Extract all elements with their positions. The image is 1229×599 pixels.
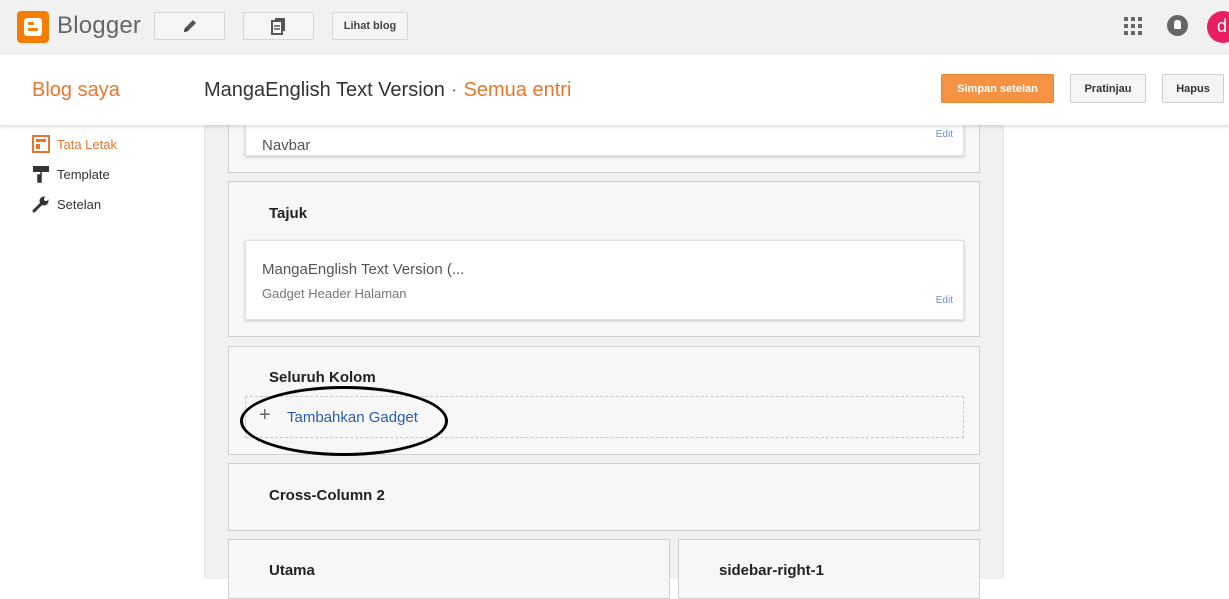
section-title: Utama: [269, 562, 315, 579]
section-title: Tajuk: [269, 205, 308, 222]
section-title: Cross-Column 2: [269, 487, 385, 504]
sidebar-item-template[interactable]: Template: [32, 165, 110, 183]
blog-name[interactable]: MangaEnglish Text Version: [204, 79, 445, 101]
blogger-logo-icon[interactable]: [17, 11, 49, 43]
sidebar-item-label: Setelan: [57, 196, 102, 212]
add-gadget-label[interactable]: Tambahkan Gadget: [287, 409, 418, 426]
layout-icon: [32, 135, 50, 153]
gadget-subtitle: Gadget Header Halaman: [262, 286, 407, 301]
edit-link[interactable]: Edit: [936, 129, 953, 140]
notifications-icon[interactable]: [1167, 15, 1188, 36]
header-gadget[interactable]: MangaEnglish Text Version (... Gadget He…: [245, 240, 964, 320]
edit-link[interactable]: Edit: [936, 295, 953, 306]
breadcrumb-separator: ·: [450, 79, 458, 101]
new-post-button[interactable]: [154, 12, 225, 40]
preview-button[interactable]: Pratinjau: [1070, 74, 1146, 103]
header-section: Tajuk MangaEnglish Text Version (... Gad…: [228, 181, 980, 337]
top-bar: Blogger Lihat blog d: [0, 0, 1229, 54]
sidebar-item-label: Template: [57, 166, 110, 182]
main-section: Utama: [228, 539, 670, 599]
cross-column-2-section: Cross-Column 2: [228, 463, 980, 531]
pencil-icon: [183, 20, 196, 32]
gadget-title: Navbar: [262, 137, 311, 154]
wrench-icon: [32, 196, 49, 213]
gadget-title: MangaEnglish Text Version (...: [262, 261, 465, 278]
breadcrumb: MangaEnglish Text Version · Semua entri: [204, 79, 571, 102]
apps-grid-icon[interactable]: [1124, 17, 1142, 35]
sidebar-right-section: sidebar-right-1: [678, 539, 980, 599]
brand-name[interactable]: Blogger: [57, 12, 141, 40]
avatar[interactable]: d: [1207, 11, 1229, 43]
sidebar-item-label: Tata Letak: [57, 136, 117, 152]
paint-roller-icon: [33, 166, 49, 183]
view-blog-button[interactable]: Lihat blog: [332, 12, 408, 40]
sidebar-item-layout[interactable]: Tata Letak: [32, 135, 117, 153]
section-title: Seluruh Kolom: [269, 369, 376, 386]
navbar-section: Navbar Edit: [228, 118, 980, 173]
blog-header: Blog saya MangaEnglish Text Version · Semu…: [0, 55, 1229, 125]
plus-icon: +: [259, 404, 271, 426]
cross-column-section: Seluruh Kolom + Tambahkan Gadget: [228, 346, 980, 455]
my-blogs-link[interactable]: Blog saya: [32, 79, 120, 102]
all-posts-link[interactable]: Semua entri: [464, 79, 572, 101]
section-title: sidebar-right-1: [719, 562, 825, 579]
save-arrangement-button[interactable]: Simpan setelan: [941, 74, 1054, 103]
delete-button[interactable]: Hapus: [1162, 74, 1224, 103]
pages-icon: [270, 18, 285, 35]
sidebar-item-settings[interactable]: Setelan: [32, 195, 101, 213]
add-gadget-button[interactable]: + Tambahkan Gadget: [245, 396, 964, 438]
pages-button[interactable]: [243, 12, 314, 40]
